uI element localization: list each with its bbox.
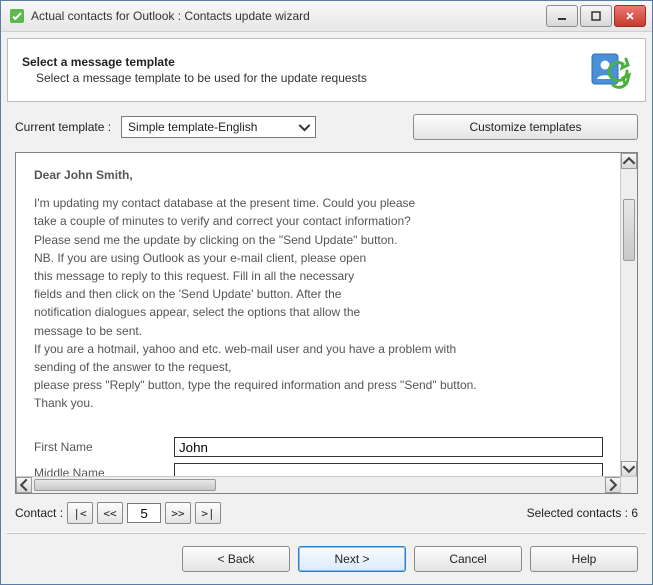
preview-field-input[interactable] — [174, 437, 603, 457]
preview-form-row: First Name — [34, 437, 603, 457]
preview-greeting: Dear John Smith, — [34, 167, 603, 183]
template-row: Current template : Simple template-Engli… — [1, 102, 652, 146]
selected-contacts-label: Selected contacts : 6 — [527, 506, 638, 520]
preview-body-line: Thank you. — [34, 395, 603, 411]
scroll-down-icon[interactable] — [621, 461, 637, 477]
vertical-scrollbar[interactable] — [620, 153, 637, 477]
next-button[interactable]: Next > — [298, 546, 406, 572]
back-button[interactable]: < Back — [182, 546, 290, 572]
horizontal-scrollbar[interactable] — [16, 476, 621, 493]
scroll-left-icon[interactable] — [16, 477, 32, 493]
preview-body-line: fields and then click on the 'Send Updat… — [34, 286, 603, 302]
preview-content: Dear John Smith, I'm updating my contact… — [16, 153, 621, 477]
preview-body-line: I'm updating my contact database at the … — [34, 195, 603, 211]
header-title: Select a message template — [22, 55, 589, 69]
preview-body-line: please press "Reply" button, type the re… — [34, 377, 603, 393]
header-text: Select a message template Select a messa… — [22, 55, 589, 85]
preview-body-line: If you are a hotmail, yahoo and etc. web… — [34, 341, 603, 357]
preview-body-line: Please send me the update by clicking on… — [34, 232, 603, 248]
help-button[interactable]: Help — [530, 546, 638, 572]
preview-form: First NameMiddle NameLast NameMobile — [34, 437, 603, 477]
titlebar: Actual contacts for Outlook : Contacts u… — [1, 1, 652, 32]
preview-body-line: notification dialogues appear, select th… — [34, 304, 603, 320]
scroll-corner — [620, 476, 637, 493]
pager-last-button[interactable]: >| — [195, 502, 221, 524]
pager-next-button[interactable]: >> — [165, 502, 191, 524]
message-preview: Dear John Smith, I'm updating my contact… — [15, 152, 638, 494]
pager-prev-button[interactable]: << — [97, 502, 123, 524]
template-select-value: Simple template-English — [128, 120, 257, 134]
wizard-window: Actual contacts for Outlook : Contacts u… — [0, 0, 653, 585]
preview-field-input[interactable] — [174, 463, 603, 477]
preview-body-line: NB. If you are using Outlook as your e-m… — [34, 250, 603, 266]
header-subtitle: Select a message template to be used for… — [36, 71, 589, 85]
scroll-right-icon[interactable] — [605, 477, 621, 493]
preview-body-line: take a couple of minutes to verify and c… — [34, 213, 603, 229]
window-controls — [546, 5, 646, 27]
contact-pager-label: Contact : — [15, 506, 63, 520]
template-select[interactable]: Simple template-English — [121, 116, 316, 138]
preview-body-line: message to be sent. — [34, 323, 603, 339]
scroll-thumb-vertical[interactable] — [623, 199, 635, 261]
chevron-down-icon — [298, 121, 311, 134]
current-template-label: Current template : — [15, 120, 111, 134]
wizard-footer: < Back Next > Cancel Help — [1, 534, 652, 584]
customize-templates-button[interactable]: Customize templates — [413, 114, 638, 140]
app-icon — [9, 8, 25, 24]
scroll-thumb-horizontal[interactable] — [34, 479, 216, 491]
preview-field-label: First Name — [34, 439, 174, 455]
pager-first-button[interactable]: |< — [67, 502, 93, 524]
maximize-button[interactable] — [580, 5, 612, 27]
preview-body-line: sending of the answer to the request, — [34, 359, 603, 375]
wizard-header: Select a message template Select a messa… — [7, 38, 646, 102]
preview-body: I'm updating my contact database at the … — [34, 195, 603, 411]
cancel-button[interactable]: Cancel — [414, 546, 522, 572]
preview-body-line: this message to reply to this request. F… — [34, 268, 603, 284]
pager-index-input[interactable] — [127, 503, 161, 523]
contacts-refresh-icon — [589, 49, 631, 91]
window-title: Actual contacts for Outlook : Contacts u… — [31, 9, 546, 23]
pager-row: Contact : |< << >> >| Selected contacts … — [1, 494, 652, 532]
preview-wrap: Dear John Smith, I'm updating my contact… — [15, 152, 638, 494]
minimize-button[interactable] — [546, 5, 578, 27]
close-button[interactable] — [614, 5, 646, 27]
scroll-up-icon[interactable] — [621, 153, 637, 169]
preview-form-row: Middle Name — [34, 463, 603, 477]
